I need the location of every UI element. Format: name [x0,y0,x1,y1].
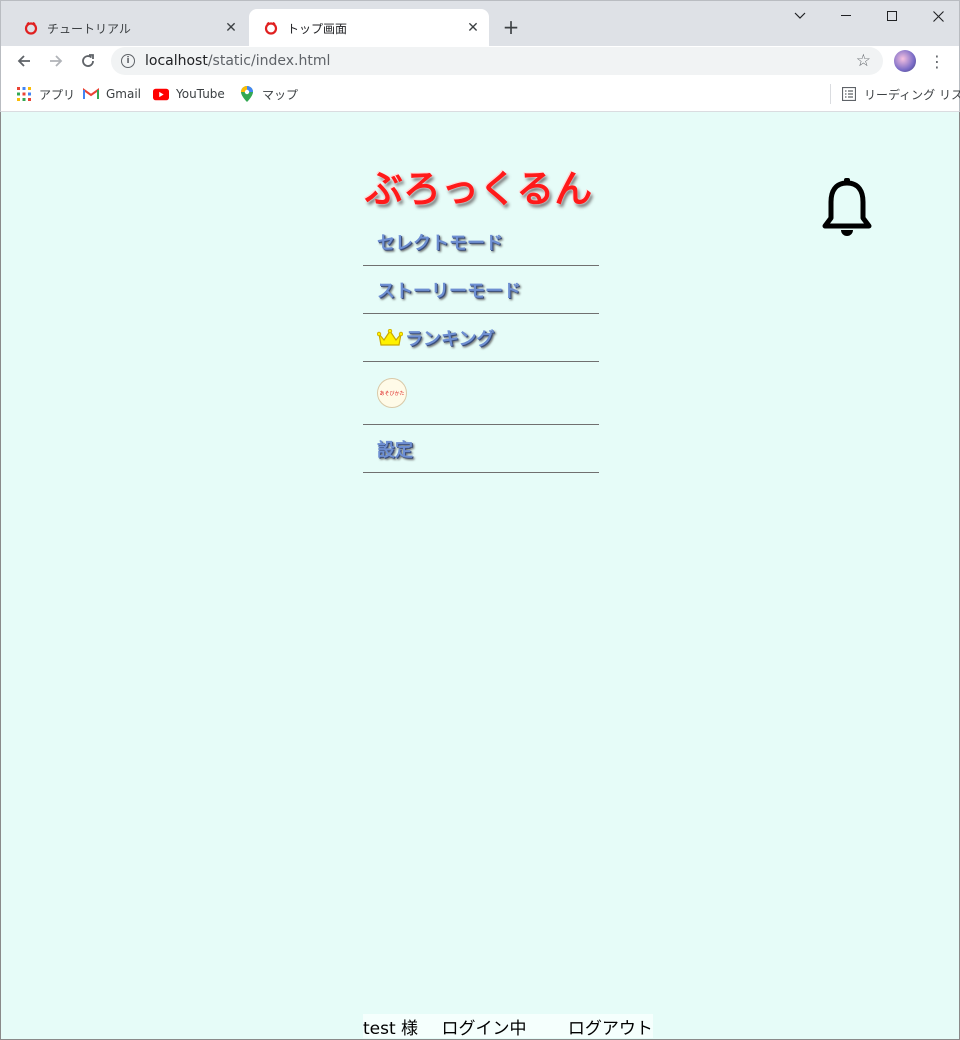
bookmark-label: マップ [262,87,299,102]
tab-title: チュートリアル [47,21,131,36]
reading-list-icon [841,86,857,102]
address-bar[interactable]: i localhost/static/index.html ☆ [111,47,883,75]
app-logo: ぶろっくるん [365,167,593,211]
login-status-label: ログイン中 [441,1019,527,1039]
profile-avatar[interactable] [894,50,916,72]
bookmark-label: アプリ [39,87,76,102]
maximize-icon[interactable] [869,1,915,31]
crown-icon [377,328,403,347]
reading-list-label: リーディング リスト [864,87,960,102]
reload-icon[interactable] [75,48,101,74]
site-info-icon[interactable]: i [121,54,135,68]
apps-grid-icon [16,86,32,102]
how-to-play-badge: あそびかた [377,378,407,408]
maps-pin-icon [239,86,255,102]
bookmark-apps[interactable]: アプリ [16,85,75,103]
menu-select-mode[interactable]: セレクトモード [363,218,599,266]
menu-label: セレクトモード [377,232,503,254]
gmail-icon [83,86,99,102]
window-close-icon[interactable] [915,1,960,31]
browser-toolbar: i localhost/static/index.html ☆ [0,46,960,76]
main-menu: セレクトモード ストーリーモード ランキング あそびかた 設定 [363,218,599,473]
tab-close-icon[interactable]: ✕ [463,18,483,38]
bookmark-star-icon[interactable]: ☆ [856,51,871,71]
tab-close-icon[interactable]: ✕ [221,18,241,38]
tab-strip: チュートリアル ✕ トップ画面 ✕ + [0,0,960,47]
tab-top-page[interactable]: トップ画面 ✕ [249,9,489,47]
bookmark-youtube[interactable]: YouTube [153,85,225,103]
tab-search-icon[interactable] [777,1,823,31]
app-favicon-icon [23,20,39,36]
back-icon[interactable] [11,48,37,74]
browser-menu-icon[interactable]: ⋮ [928,48,946,74]
notification-bell-icon[interactable] [821,176,873,238]
bookmark-label: Gmail [106,87,142,101]
menu-label: 設定 [377,439,413,461]
url-host: localhost [145,53,208,69]
bookmark-gmail[interactable]: Gmail [83,85,141,103]
logout-link[interactable]: ログアウト [568,1014,653,1039]
menu-how-to-play[interactable]: あそびかた [363,362,599,425]
tab-tutorial[interactable]: チュートリアル ✕ [9,9,247,47]
app-favicon-icon [263,20,279,36]
new-tab-icon[interactable]: + [499,15,523,39]
menu-ranking[interactable]: ランキング [363,314,599,362]
bookmark-maps[interactable]: マップ [239,85,298,103]
menu-settings[interactable]: 設定 [363,425,599,473]
menu-label: ランキング [405,328,495,350]
login-status-bar: test 様 ログイン中 ログアウト [363,1014,653,1039]
tab-title: トップ画面 [287,21,348,36]
reading-list-button[interactable]: リーディング リスト [841,85,960,103]
youtube-icon [153,86,169,102]
bookmarks-divider [830,84,831,104]
forward-icon[interactable] [43,48,69,74]
bookmarks-bar: アプリ Gmail YouTube マップ リーディング リスト [0,76,960,112]
menu-label: ストーリーモード [377,280,521,302]
url-path: /static/index.html [207,53,331,69]
username-label: test 様 [363,1019,419,1039]
page-viewport: ぶろっくるん セレクトモード ストーリーモード ランキング あそびかた 設定 t… [0,112,960,1040]
minimize-icon[interactable] [823,1,869,31]
bookmark-label: YouTube [176,87,225,101]
menu-story-mode[interactable]: ストーリーモード [363,266,599,314]
